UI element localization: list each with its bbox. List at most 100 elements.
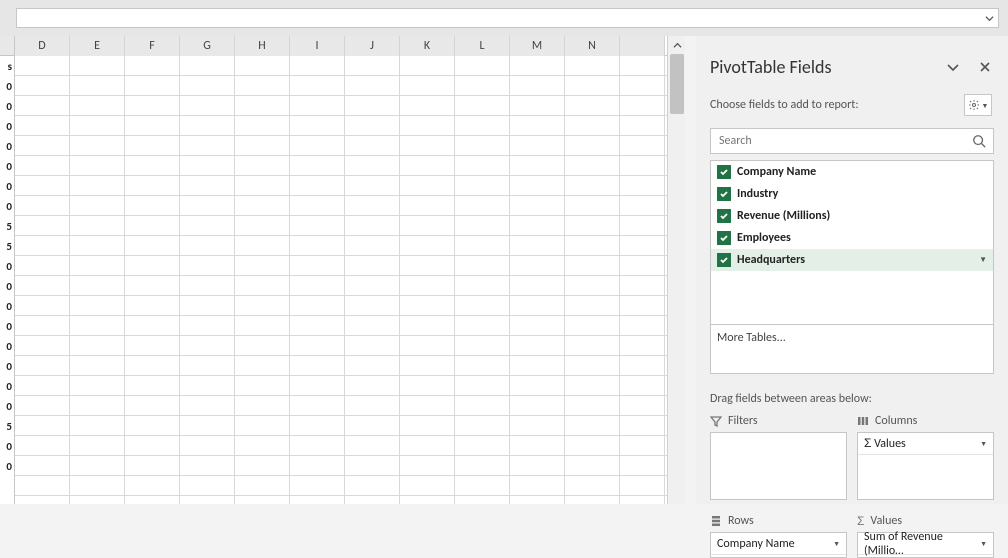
- cell[interactable]: [400, 136, 455, 156]
- columns-chip-values[interactable]: Σ Values ▼: [858, 433, 993, 455]
- vertical-scrollbar[interactable]: [667, 36, 685, 504]
- cell[interactable]: [15, 496, 70, 504]
- cell[interactable]: [180, 96, 235, 116]
- cell[interactable]: [565, 76, 620, 96]
- cell[interactable]: [400, 196, 455, 216]
- cell[interactable]: [125, 136, 180, 156]
- cell[interactable]: [290, 316, 345, 336]
- cell[interactable]: [620, 156, 665, 176]
- cell[interactable]: [455, 316, 510, 336]
- cell[interactable]: [510, 236, 565, 256]
- cell[interactable]: [455, 216, 510, 236]
- cell[interactable]: [70, 276, 125, 296]
- cell[interactable]: [620, 456, 665, 476]
- column-header[interactable]: L: [455, 36, 510, 56]
- cell[interactable]: [400, 496, 455, 504]
- grid-row[interactable]: 0: [0, 456, 685, 476]
- cell[interactable]: [15, 396, 70, 416]
- field-item[interactable]: Company Name: [711, 161, 993, 183]
- cell[interactable]: [620, 136, 665, 156]
- cell[interactable]: [70, 296, 125, 316]
- cell[interactable]: [345, 336, 400, 356]
- columns-well[interactable]: Σ Values ▼: [857, 432, 994, 500]
- cell[interactable]: [400, 376, 455, 396]
- cell[interactable]: [455, 176, 510, 196]
- rows-chip-company[interactable]: Company Name ▼: [711, 533, 846, 555]
- cell[interactable]: [15, 136, 70, 156]
- cell[interactable]: [400, 76, 455, 96]
- cell[interactable]: [125, 496, 180, 504]
- scroll-up-icon[interactable]: [668, 36, 686, 54]
- column-header[interactable]: N: [565, 36, 620, 56]
- column-header[interactable]: H: [235, 36, 290, 56]
- cell[interactable]: [15, 216, 70, 236]
- cell[interactable]: [180, 116, 235, 136]
- column-header[interactable]: I: [290, 36, 345, 56]
- cell[interactable]: [235, 496, 290, 504]
- cell[interactable]: [510, 376, 565, 396]
- cell[interactable]: [510, 456, 565, 476]
- cell[interactable]: [125, 396, 180, 416]
- cell[interactable]: [455, 196, 510, 216]
- cell[interactable]: [455, 356, 510, 376]
- cell[interactable]: [620, 216, 665, 236]
- grid-row[interactable]: 0: [0, 396, 685, 416]
- cell[interactable]: [400, 116, 455, 136]
- cell[interactable]: [565, 96, 620, 116]
- cell[interactable]: [455, 496, 510, 504]
- cell[interactable]: [345, 296, 400, 316]
- cell[interactable]: [235, 116, 290, 136]
- values-chip-revenue[interactable]: Sum of Revenue (Millio… ▼: [858, 533, 993, 555]
- cell[interactable]: [455, 76, 510, 96]
- cell[interactable]: [15, 76, 70, 96]
- cell[interactable]: [620, 196, 665, 216]
- cell[interactable]: [15, 56, 70, 76]
- cell[interactable]: [180, 336, 235, 356]
- cell[interactable]: [510, 156, 565, 176]
- cell[interactable]: [180, 396, 235, 416]
- cell[interactable]: [620, 436, 665, 456]
- scrollbar-thumb[interactable]: [670, 54, 684, 114]
- cell[interactable]: [510, 316, 565, 336]
- cell[interactable]: [345, 196, 400, 216]
- cell[interactable]: [235, 156, 290, 176]
- cell[interactable]: [290, 216, 345, 236]
- cell[interactable]: [510, 56, 565, 76]
- cell[interactable]: [15, 316, 70, 336]
- cell[interactable]: [125, 356, 180, 376]
- cell[interactable]: [565, 496, 620, 504]
- cell[interactable]: [125, 436, 180, 456]
- cell[interactable]: [180, 156, 235, 176]
- cell[interactable]: [620, 56, 665, 76]
- column-header[interactable]: J: [345, 36, 400, 56]
- cell[interactable]: [565, 296, 620, 316]
- cell[interactable]: [510, 136, 565, 156]
- cell[interactable]: [70, 196, 125, 216]
- cell[interactable]: [290, 496, 345, 504]
- cell[interactable]: [290, 476, 345, 496]
- cell[interactable]: [235, 456, 290, 476]
- grid-row[interactable]: 0: [0, 176, 685, 196]
- cell[interactable]: [290, 456, 345, 476]
- cell[interactable]: [455, 476, 510, 496]
- grid-row[interactable]: 0: [0, 276, 685, 296]
- cell[interactable]: [620, 236, 665, 256]
- cell[interactable]: [455, 296, 510, 316]
- cell[interactable]: [15, 416, 70, 436]
- cell[interactable]: [620, 336, 665, 356]
- cell[interactable]: [510, 196, 565, 216]
- grid-row[interactable]: 0: [0, 76, 685, 96]
- cell[interactable]: [180, 276, 235, 296]
- cell[interactable]: [345, 136, 400, 156]
- cell[interactable]: [565, 336, 620, 356]
- cell[interactable]: [290, 356, 345, 376]
- cell[interactable]: [15, 116, 70, 136]
- cell[interactable]: [15, 376, 70, 396]
- column-header[interactable]: D: [15, 36, 70, 56]
- cell[interactable]: [510, 496, 565, 504]
- cell[interactable]: [345, 236, 400, 256]
- cell[interactable]: [15, 96, 70, 116]
- cell[interactable]: [455, 236, 510, 256]
- cell[interactable]: [400, 296, 455, 316]
- spreadsheet-grid[interactable]: DEFGHIJKLMN s00000005500000000500: [0, 36, 685, 504]
